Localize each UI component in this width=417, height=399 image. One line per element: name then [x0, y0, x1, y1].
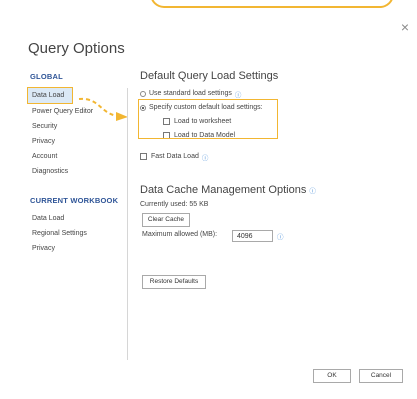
sidebar-item-security[interactable]: Security [28, 119, 126, 134]
clear-cache-button[interactable]: Clear Cache [142, 213, 190, 227]
dialog-title: Query Options [28, 40, 125, 57]
section-current-workbook-title: CURRENT WORKBOOK [30, 196, 119, 205]
sidebar-item-privacy[interactable]: Privacy [28, 134, 126, 149]
fast-load-label: Fast Data Load [151, 153, 199, 160]
section-global-title: GLOBAL [30, 72, 63, 81]
info-icon[interactable]: ⓘ [202, 152, 209, 162]
default-load-title: Default Query Load Settings [140, 70, 279, 82]
close-icon[interactable]: × [401, 20, 409, 34]
sidebar-item-workbook-privacy[interactable]: Privacy [28, 241, 126, 256]
sidebar-item-workbook-data-load[interactable]: Data Load [28, 211, 126, 226]
fast-load-row[interactable]: Fast Data Load ⓘ [140, 151, 397, 162]
currently-used-text: Currently used: 55 KB [140, 201, 209, 208]
main-panel: Default Query Load Settings Use standard… [140, 70, 397, 208]
cache-title-row: Data Cache Management Options ⓘ [140, 184, 397, 196]
sidebar-item-power-query-editor[interactable]: Power Query Editor [28, 104, 126, 119]
sidebar-item-diagnostics[interactable]: Diagnostics [28, 164, 126, 179]
sidebar-item-account[interactable]: Account [28, 149, 126, 164]
vertical-divider [127, 88, 128, 360]
sidebar: GLOBAL Data Load Power Query Editor Secu… [27, 72, 126, 256]
radio-standard-row[interactable]: Use standard load settings ⓘ [140, 88, 397, 99]
info-icon[interactable]: ⓘ [277, 231, 284, 241]
info-icon[interactable]: ⓘ [235, 89, 242, 99]
max-allowed-label: Maximum allowed (MB): [142, 231, 218, 238]
custom-settings-highlight [138, 99, 278, 139]
ok-button[interactable]: OK [313, 369, 351, 383]
max-allowed-input[interactable]: 4096 [232, 230, 273, 242]
fast-load-checkbox[interactable] [140, 153, 147, 160]
restore-defaults-button[interactable]: Restore Defaults [142, 275, 206, 289]
top-banner-callout [150, 0, 394, 8]
standard-label: Use standard load settings [149, 90, 232, 97]
info-icon[interactable]: ⓘ [309, 185, 316, 195]
sidebar-item-global-data-load[interactable]: Data Load [27, 87, 73, 104]
cache-title: Data Cache Management Options [140, 184, 307, 196]
cancel-button[interactable]: Cancel [359, 369, 403, 383]
standard-radio[interactable] [140, 90, 146, 97]
sidebar-item-regional-settings[interactable]: Regional Settings [28, 226, 126, 241]
